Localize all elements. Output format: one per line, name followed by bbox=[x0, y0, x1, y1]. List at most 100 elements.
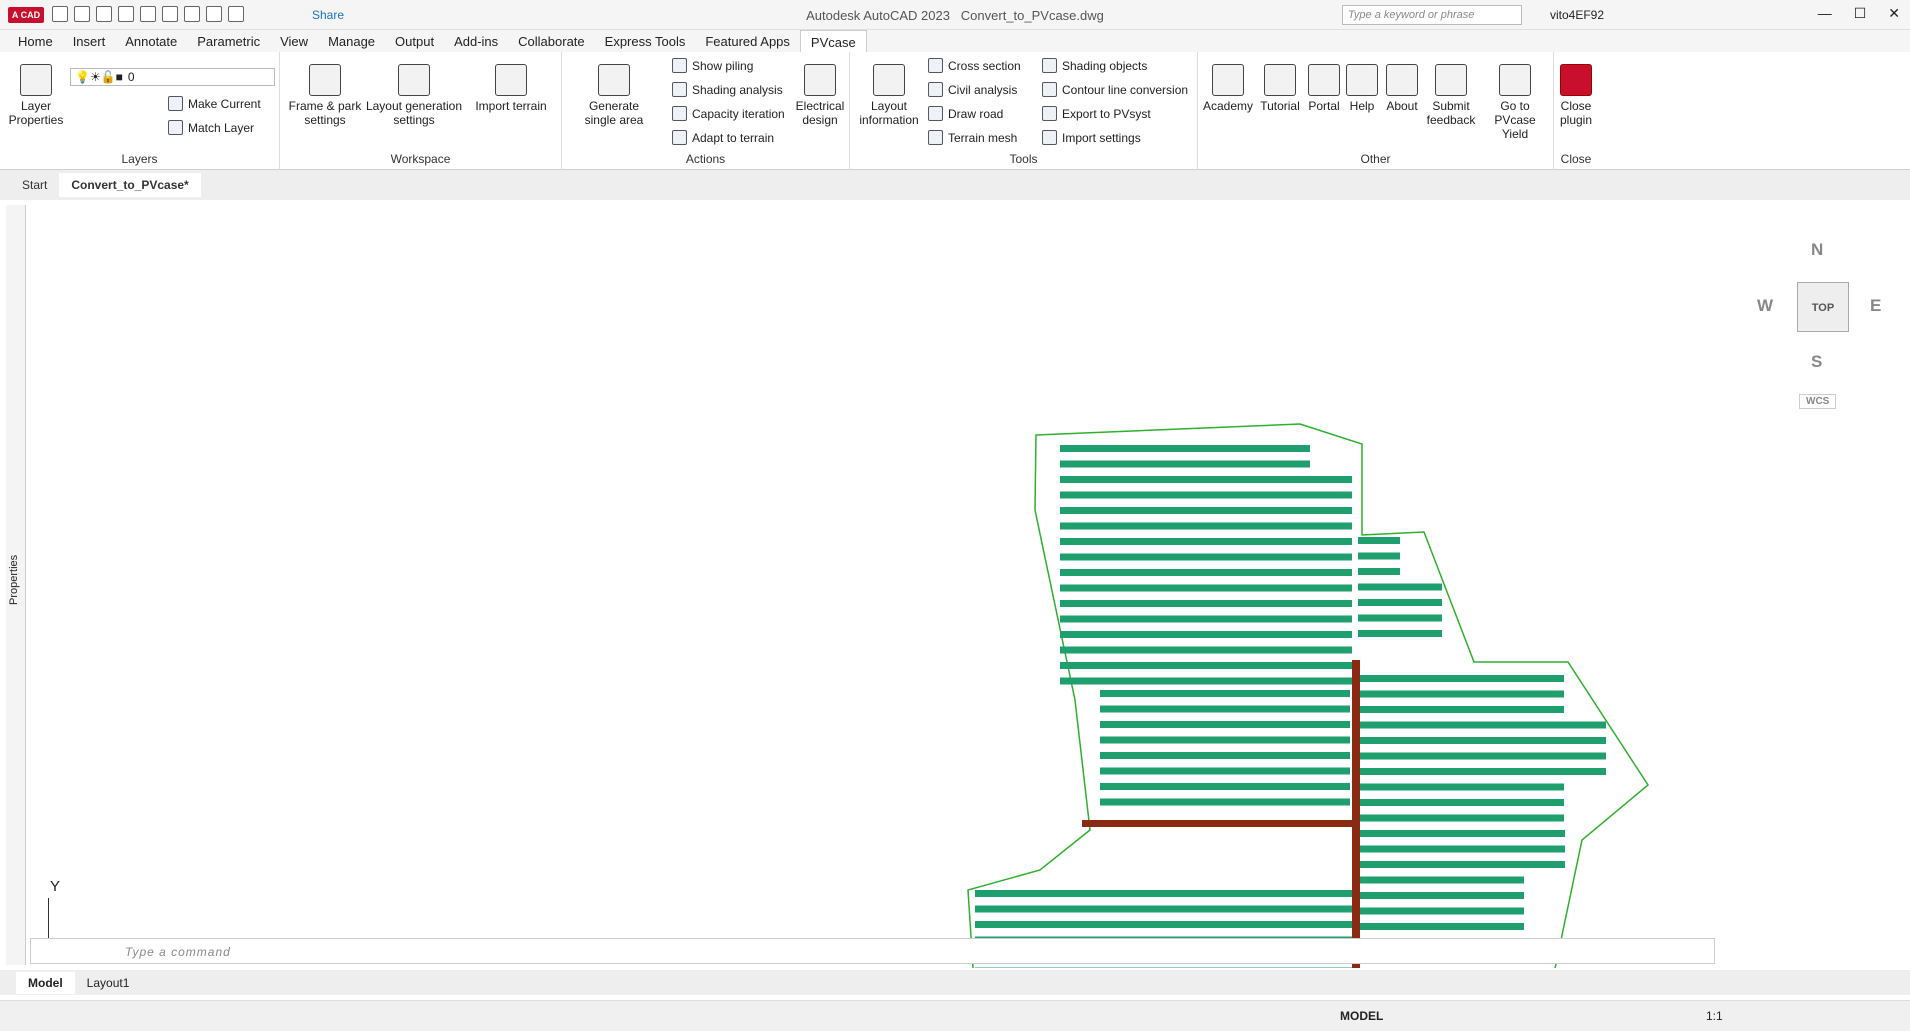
user-account[interactable]: vito4EF92 bbox=[1550, 8, 1604, 22]
electrical-design-button[interactable]: Electrical design bbox=[792, 64, 848, 127]
adapt-terrain-button[interactable]: Adapt to terrain bbox=[672, 130, 774, 145]
close-icon[interactable]: ✕ bbox=[1888, 5, 1900, 22]
panel-row bbox=[1360, 907, 1524, 915]
tab-home[interactable]: Home bbox=[8, 30, 63, 52]
panel-row bbox=[1360, 892, 1524, 899]
generate-area-button[interactable]: Generate single area bbox=[572, 64, 656, 127]
road-vertical bbox=[1352, 660, 1360, 1030]
panel-row bbox=[1060, 631, 1352, 638]
tab-manage[interactable]: Manage bbox=[318, 30, 385, 52]
west-label[interactable]: W bbox=[1757, 296, 1773, 316]
tab-insert[interactable]: Insert bbox=[63, 30, 116, 52]
portal-button[interactable]: Portal bbox=[1304, 64, 1344, 113]
panel-row bbox=[1100, 690, 1350, 697]
east-label[interactable]: E bbox=[1870, 296, 1881, 316]
layers-label[interactable]: Layers bbox=[0, 152, 279, 166]
workspace-panel: Frame & park settings Layout generation … bbox=[280, 52, 562, 170]
drawing-svg bbox=[967, 423, 1649, 1031]
about-button[interactable]: About bbox=[1382, 64, 1422, 113]
panel-row bbox=[1360, 768, 1606, 775]
panel-row bbox=[1360, 690, 1564, 698]
panel-row bbox=[1060, 569, 1352, 576]
panel-row bbox=[1360, 737, 1606, 744]
tab-pvcase[interactable]: PVcase bbox=[799, 30, 867, 52]
status-bar: MODEL 1:1 bbox=[0, 1000, 1910, 1031]
panel-row bbox=[975, 905, 1355, 913]
panel-row bbox=[1360, 814, 1564, 822]
panel-row bbox=[1060, 445, 1310, 452]
viewcube-top-face[interactable]: TOP bbox=[1797, 282, 1849, 332]
shading-analysis-button[interactable]: Shading analysis bbox=[672, 82, 783, 97]
match-layer-button[interactable]: Match Layer bbox=[168, 120, 254, 135]
help-button[interactable]: Help bbox=[1344, 64, 1380, 113]
layers-panel: Layer Properties 💡☀🔓■ 0 Make Current Matc… bbox=[0, 52, 280, 170]
north-label[interactable]: N bbox=[1811, 240, 1823, 260]
viewcube[interactable]: N W E S TOP WCS bbox=[1757, 240, 1881, 420]
export-pvsyst-button[interactable]: Export to PVsyst bbox=[1042, 106, 1151, 121]
import-terrain-button[interactable]: Import terrain bbox=[470, 64, 552, 113]
tab-collaborate[interactable]: Collaborate bbox=[508, 30, 595, 52]
annotation-scale[interactable]: 1:1 bbox=[1706, 1009, 1723, 1023]
drawing-canvas[interactable] bbox=[0, 200, 1910, 1031]
show-piling-button[interactable]: Show piling bbox=[672, 58, 753, 73]
layout-information-button[interactable]: Layout information bbox=[856, 64, 922, 127]
ucs-axis-icon bbox=[48, 898, 49, 938]
tools-panel: Layout information Cross section Civil a… bbox=[850, 52, 1198, 170]
ribbon-tabs: Home Insert Annotate Parametric View Manage Ou… bbox=[0, 30, 1910, 52]
make-current-button[interactable]: Make Current bbox=[168, 96, 261, 111]
panel-row bbox=[1358, 568, 1400, 575]
panel-row bbox=[1100, 721, 1350, 728]
other-panel: Academy Tutorial Portal Help About Submi… bbox=[1198, 52, 1554, 170]
ribbon: Layer Properties 💡☀🔓■ 0 Make Current Matc… bbox=[0, 52, 1910, 170]
window-controls: — ☐ ✕ bbox=[1818, 5, 1900, 22]
panel-row bbox=[1358, 552, 1400, 560]
frame-park-button[interactable]: Frame & park settings bbox=[284, 64, 366, 127]
close-plugin-button[interactable]: Close plugin bbox=[1554, 64, 1598, 127]
panel-row bbox=[1360, 923, 1524, 930]
layout-tab-layout1[interactable]: Layout1 bbox=[75, 972, 142, 994]
cross-section-button[interactable]: Cross section bbox=[928, 58, 1021, 73]
tab-featured-apps[interactable]: Featured Apps bbox=[695, 30, 800, 52]
tab-express-tools[interactable]: Express Tools bbox=[595, 30, 696, 52]
capacity-iteration-button[interactable]: Capacity iteration bbox=[672, 106, 785, 121]
academy-button[interactable]: Academy bbox=[1202, 64, 1254, 113]
layer-properties-button[interactable]: Layer Properties bbox=[6, 64, 66, 127]
layer-dropdown[interactable]: 💡☀🔓■ 0 bbox=[70, 68, 275, 86]
panel-row bbox=[1360, 861, 1565, 868]
command-line[interactable]: Type a command bbox=[30, 938, 1715, 964]
panel-row bbox=[1060, 491, 1352, 499]
doc-tab-1[interactable]: Convert_to_PVcase* bbox=[59, 173, 201, 197]
layout-tab-model[interactable]: Model bbox=[16, 971, 75, 994]
actions-panel: Generate single area Show piling Shading… bbox=[562, 52, 850, 170]
doc-tab-0[interactable]: Start bbox=[10, 173, 59, 197]
import-settings-button[interactable]: Import settings bbox=[1042, 130, 1141, 145]
shading-objects-button[interactable]: Shading objects bbox=[1042, 58, 1147, 73]
search-input[interactable]: Type a keyword or phrase bbox=[1342, 5, 1522, 25]
contour-conversion-button[interactable]: Contour line conversion bbox=[1042, 82, 1188, 97]
civil-analysis-button[interactable]: Civil analysis bbox=[928, 82, 1017, 97]
submit-feedback-button[interactable]: Submit feedback bbox=[1424, 64, 1478, 127]
model-space-toggle[interactable]: MODEL bbox=[1340, 1009, 1383, 1023]
properties-palette[interactable]: Properties bbox=[6, 205, 26, 965]
terrain-mesh-button[interactable]: Terrain mesh bbox=[928, 130, 1017, 145]
wcs-menu[interactable]: WCS bbox=[1799, 394, 1837, 409]
panel-row bbox=[1060, 646, 1352, 654]
pvcase-yield-button[interactable]: Go to PVcase Yield bbox=[1480, 64, 1550, 141]
south-label[interactable]: S bbox=[1811, 352, 1822, 372]
tab-parametric[interactable]: Parametric bbox=[187, 30, 270, 52]
panel-row bbox=[1360, 752, 1606, 760]
panel-row bbox=[1060, 584, 1352, 592]
minimize-icon[interactable]: — bbox=[1818, 5, 1832, 22]
layout-generation-button[interactable]: Layout generation settings bbox=[364, 64, 464, 127]
panel-row bbox=[1360, 783, 1564, 791]
tab-view[interactable]: View bbox=[270, 30, 318, 52]
tab-output[interactable]: Output bbox=[385, 30, 444, 52]
panel-row bbox=[975, 967, 1355, 975]
road-horizontal bbox=[1082, 820, 1358, 827]
tab-add-ins[interactable]: Add-ins bbox=[444, 30, 508, 52]
tutorial-button[interactable]: Tutorial bbox=[1256, 64, 1304, 113]
draw-road-button[interactable]: Draw road bbox=[928, 106, 1003, 121]
tab-annotate[interactable]: Annotate bbox=[115, 30, 187, 52]
panel-row bbox=[975, 921, 1355, 928]
maximize-icon[interactable]: ☐ bbox=[1854, 5, 1867, 22]
